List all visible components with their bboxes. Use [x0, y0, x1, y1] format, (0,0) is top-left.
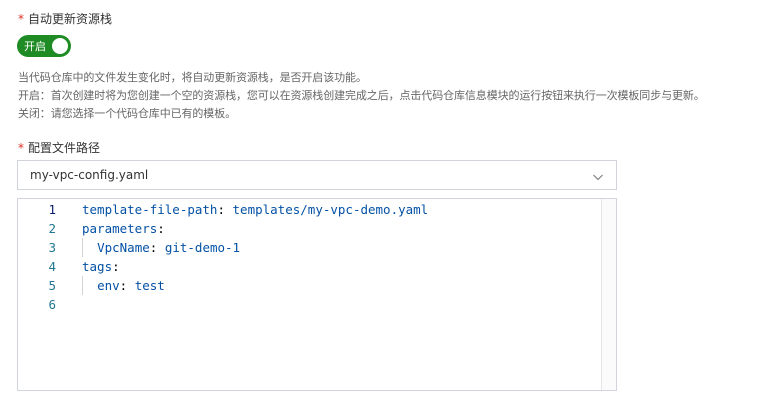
code-content: VpcName: git-demo-1 — [82, 238, 240, 257]
line-number: 2 — [48, 221, 56, 236]
yaml-value: test — [134, 278, 165, 293]
yaml-value: git-demo-1 — [164, 240, 241, 255]
yaml-separator: : — [119, 278, 135, 293]
yaml-separator: : — [112, 259, 120, 274]
config-path-label-text: 配置文件路径 — [28, 141, 101, 155]
help-text-1: 当代码仓库中的文件发生变化时，将自动更新资源栈，是否开启该功能。 — [18, 71, 367, 84]
auto-update-toggle[interactable]: 开启 — [17, 35, 71, 57]
help-text-3: 关闭：请您选择一个代码仓库中已有的模板。 — [18, 107, 236, 120]
toggle-text: 开启 — [24, 40, 46, 53]
chevron-down-icon — [592, 168, 604, 181]
code-content: env: test — [82, 276, 165, 295]
line-number: 6 — [48, 297, 56, 312]
yaml-value: templates/my-vpc-demo.yaml — [232, 202, 429, 217]
code-line[interactable]: 2 parameters: — [18, 219, 603, 238]
code-content: template-file-path: templates/my-vpc-dem… — [82, 200, 428, 219]
line-number: 4 — [48, 259, 56, 274]
auto-update-label-text: 自动更新资源栈 — [28, 12, 113, 26]
yaml-separator: : — [157, 221, 165, 236]
config-path-select-value: my-vpc-config.yaml — [30, 168, 149, 182]
code-content: parameters: — [82, 219, 165, 238]
required-asterisk: * — [18, 140, 24, 155]
indent-guide — [82, 238, 83, 257]
config-path-select[interactable]: my-vpc-config.yaml — [17, 160, 617, 190]
required-asterisk: * — [18, 11, 24, 26]
indent-guide — [82, 276, 83, 295]
line-number: 3 — [48, 240, 56, 255]
code-line[interactable]: 4 tags: — [18, 257, 603, 276]
code-line[interactable]: 1 template-file-path: templates/my-vpc-de… — [18, 200, 603, 219]
yaml-key: parameters — [82, 221, 158, 236]
auto-update-label: * 自动更新资源栈 — [18, 10, 112, 27]
yaml-key: env — [97, 278, 120, 293]
yaml-editor[interactable]: 1 template-file-path: templates/my-vpc-de… — [17, 198, 617, 391]
editor-scrollbar[interactable] — [601, 199, 616, 390]
code-content: tags: — [82, 257, 120, 276]
config-path-label: * 配置文件路径 — [18, 139, 100, 156]
yaml-key: VpcName — [97, 240, 150, 255]
code-line[interactable]: 6 — [18, 295, 603, 314]
yaml-key: tags — [82, 259, 113, 274]
help-text-2: 开启：首次创建时将为您创建一个空的资源栈，您可以在资源栈创建完成之后，点击代码仓… — [18, 89, 705, 102]
yaml-separator: : — [217, 202, 233, 217]
yaml-separator: : — [149, 240, 165, 255]
code-line[interactable]: 5 env: test — [18, 276, 603, 295]
code-line[interactable]: 3 VpcName: git-demo-1 — [18, 238, 603, 257]
toggle-knob — [52, 38, 68, 54]
line-number: 5 — [48, 278, 56, 293]
line-number: 1 — [48, 202, 56, 217]
yaml-key: template-file-path — [82, 202, 218, 217]
